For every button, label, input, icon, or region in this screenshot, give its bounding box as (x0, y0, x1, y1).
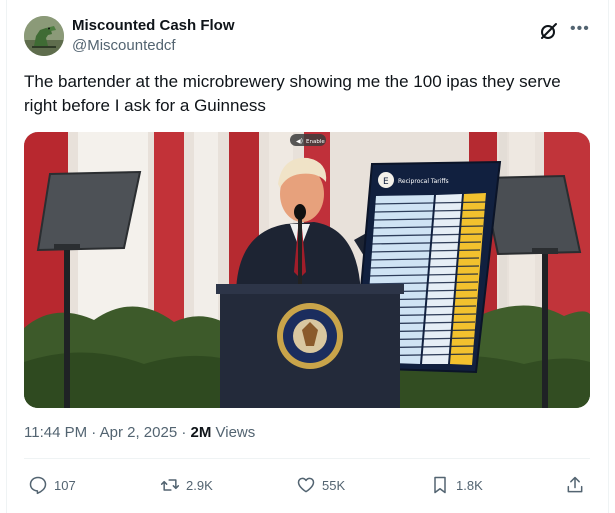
svg-text:◀): ◀) (296, 138, 303, 145)
repost-count: 2.9K (186, 477, 213, 493)
board-title: Reciprocal Tariffs (398, 178, 449, 185)
svg-text:E: E (383, 177, 389, 187)
reply-icon (29, 476, 47, 495)
caption-badge: Enable (306, 139, 325, 145)
meta-separator-2: · (177, 424, 191, 441)
grok-icon[interactable] (539, 21, 559, 41)
tweet-media[interactable]: ◀) Enable E Reciprocal Tariffs (24, 132, 590, 408)
like-button[interactable]: 55K (296, 474, 345, 496)
reply-count: 107 (54, 477, 76, 493)
more-icon[interactable]: ••• (570, 19, 592, 39)
repost-icon (160, 479, 180, 491)
tweet-time[interactable]: 11:44 PM (24, 424, 87, 441)
repost-button[interactable]: 2.9K (160, 474, 213, 496)
tweet-meta: 11:44 PM · Apr 2, 2025 · 2M Views (24, 424, 255, 441)
tweet-text: The bartender at the microbrewery showin… (24, 72, 561, 115)
share-button[interactable] (565, 474, 585, 496)
tweet-date[interactable]: Apr 2, 2025 (100, 424, 178, 441)
podium (216, 284, 404, 408)
meta-separator: · (87, 424, 100, 441)
bookmark-icon (434, 476, 446, 494)
author-display-name[interactable]: Miscounted Cash Flow (72, 17, 235, 34)
views-label: Views (211, 424, 256, 441)
reply-button[interactable]: 107 (28, 474, 76, 496)
views-count: 2M (190, 424, 212, 441)
avatar[interactable] (24, 16, 64, 56)
dinosaur-avatar-icon (24, 16, 64, 56)
divider (24, 458, 590, 459)
heart-icon (297, 477, 315, 493)
share-icon (567, 476, 583, 493)
bookmark-button[interactable]: 1.8K (430, 474, 483, 496)
like-count: 55K (322, 477, 346, 493)
author-handle[interactable]: @Miscountedcf (72, 37, 176, 54)
bookmark-count: 1.8K (456, 477, 483, 493)
tweet-card: Miscounted Cash Flow @Miscountedcf ••• T… (0, 0, 615, 513)
